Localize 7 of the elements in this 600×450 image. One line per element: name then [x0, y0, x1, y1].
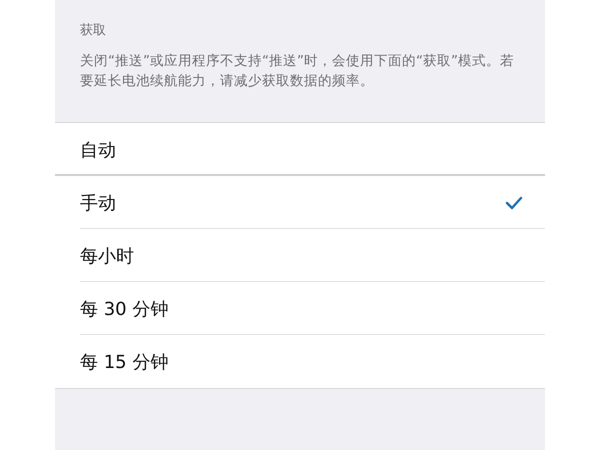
option-label[interactable]: 每 30 分钟 — [80, 296, 505, 320]
option-label[interactable]: 每小时 — [80, 244, 505, 268]
option-label[interactable]: 每 15 分钟 — [80, 350, 505, 374]
option-label[interactable]: 自动 — [80, 138, 505, 162]
section-description: 关闭“推送”或应用程序不支持“推送”时，会使用下面的“获取”模式。若要延长电池续航能力，请减少获取数据的频率。 — [80, 52, 515, 91]
section-title: 获取 — [80, 22, 107, 39]
option-label[interactable]: 手动 — [80, 190, 505, 214]
